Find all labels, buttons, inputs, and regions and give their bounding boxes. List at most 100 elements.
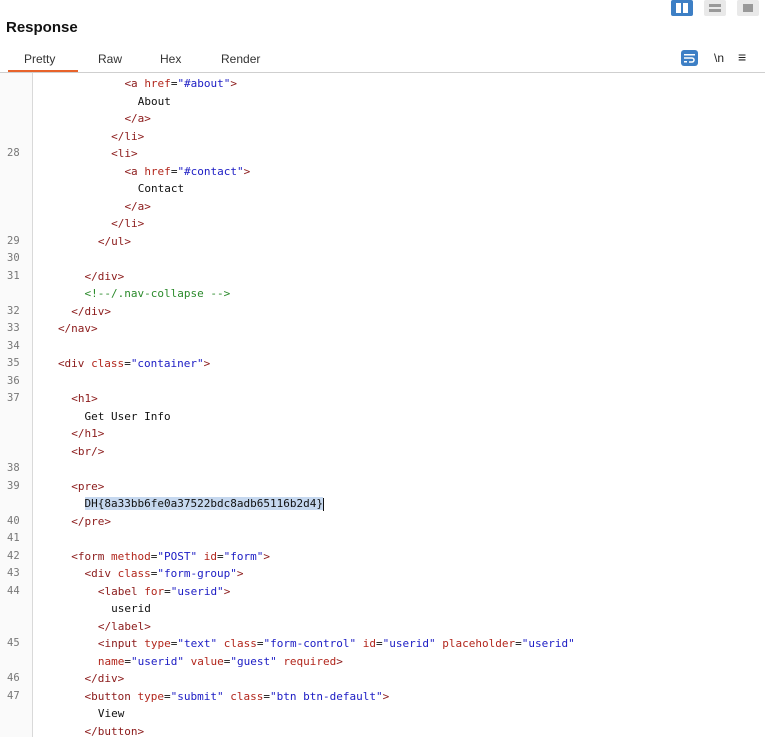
code-token: </div> (84, 269, 125, 283)
code-line: </button> (0, 723, 765, 737)
code-line: <a href="#contact"> (0, 163, 765, 181)
hamburger-menu-icon[interactable]: ≡ (738, 49, 746, 65)
code-content: </li> (111, 215, 144, 233)
code-line: </li> (0, 128, 765, 146)
code-content: </a> (124, 198, 151, 216)
code-token: </div> (71, 304, 111, 318)
line-number: 29 (7, 234, 20, 247)
code-line: 28 <li> (0, 145, 765, 163)
code-token: </a> (124, 112, 151, 125)
code-line: <!--/.nav-collapse --> (0, 285, 765, 303)
code-line: 46 </div> (0, 670, 765, 688)
code-token: "guest" (230, 654, 277, 668)
code-line: 42 <form method="POST" id="form"> (0, 548, 765, 566)
code-token: = (217, 549, 224, 563)
code-token: > (336, 654, 343, 668)
line-number: 33 (7, 322, 20, 334)
code-line: 38 (0, 460, 765, 478)
line-number: 43 (7, 567, 20, 579)
code-token: > (223, 584, 231, 598)
code-content: <pre> (71, 478, 104, 496)
code-token: href (144, 77, 171, 90)
horizontal-view-icon[interactable] (704, 0, 726, 16)
code-line: 34 (0, 338, 765, 356)
tab-raw[interactable]: Raw (98, 52, 122, 66)
line-number: 35 (7, 357, 20, 369)
code-token: "text" (177, 637, 218, 650)
code-content: <h1> (71, 390, 98, 408)
code-line: Get User Info (0, 408, 765, 426)
code-content: </div> (71, 303, 111, 321)
code-token: </button> (84, 724, 145, 737)
code-content: <a href="#contact"> (124, 163, 250, 181)
code-token: Get User Info (84, 409, 171, 423)
code-token: "userid" (521, 637, 575, 650)
code-token: userid (111, 602, 151, 615)
code-token: > (263, 549, 270, 563)
code-editor[interactable]: <a href="#about"> About </a> </li> 28 <li> <a … (0, 73, 765, 737)
code-token: id (203, 549, 217, 563)
line-number: 28 (7, 147, 20, 159)
code-line: userid (0, 600, 765, 618)
code-content: </div> (85, 670, 125, 688)
code-content: View (98, 705, 125, 723)
code-line: 47 <button type="submit" class="btn btn-d… (0, 688, 765, 706)
tab-pretty[interactable]: Pretty (24, 52, 55, 66)
code-token: "container" (130, 357, 204, 370)
code-token: </nav> (57, 322, 98, 335)
code-content: </li> (111, 128, 144, 146)
code-token: = (515, 637, 522, 650)
code-line: 36 (0, 373, 765, 391)
code-content: </div> (85, 268, 125, 286)
code-content: About (138, 93, 171, 111)
line-number: 34 (7, 339, 20, 352)
code-token: <label (97, 584, 145, 598)
newline-toggle[interactable]: \n (714, 51, 724, 65)
code-token: <br/> (71, 444, 105, 458)
code-content: Get User Info (85, 408, 171, 426)
code-token: = (164, 584, 171, 598)
code-token: <form (71, 549, 111, 563)
code-line: 35 <div class="container"> (0, 355, 765, 373)
wrap-lines-icon[interactable] (681, 50, 698, 66)
code-content: </h1> (71, 425, 104, 443)
code-content: </label> (98, 618, 151, 636)
line-number: 30 (7, 252, 20, 264)
code-token: method (111, 549, 151, 563)
tab-render[interactable]: Render (221, 52, 260, 66)
tab-hex[interactable]: Hex (160, 52, 181, 66)
code-line: </a> (0, 198, 765, 216)
view-toggle-bar (0, 0, 765, 18)
code-token: <a (124, 164, 145, 178)
line-number: 31 (7, 269, 20, 282)
code-token: View (97, 707, 125, 720)
code-token: Contact (137, 182, 185, 195)
code-token: class (117, 567, 151, 580)
code-line: 41 (0, 530, 765, 548)
code-content: </ul> (98, 233, 131, 251)
code-token: class (230, 689, 264, 703)
line-number: 44 (7, 584, 20, 597)
code-line: 45 <input type = "text" class = "form-control… (0, 635, 765, 653)
code-content: <br/> (71, 443, 104, 461)
code-token: </li> (111, 129, 145, 143)
selected-flag-text: DH{8a33bb6fe0a37522bdc8adb65116b2d4} (84, 497, 323, 510)
text-caret (322, 497, 324, 511)
code-content: <input type="text" class="form-control" … (98, 635, 575, 653)
split-view-icon[interactable] (671, 0, 693, 16)
single-view-icon[interactable] (737, 0, 759, 16)
code-content: </nav> (58, 320, 98, 338)
code-content: <div class="container"> (58, 355, 210, 373)
code-content: <!--/.nav-collapse --> (85, 285, 231, 303)
code-token: </label> (97, 619, 151, 633)
code-content: <label for="userid"> (98, 583, 230, 601)
code-token: = (376, 637, 383, 650)
panel-title: Response (6, 19, 78, 36)
code-token: value (190, 654, 224, 668)
code-line: name="userid" value="guest" required> (0, 653, 765, 671)
code-line: <br/> (0, 443, 765, 461)
code-token: <li> (111, 147, 138, 160)
code-line: 37 <h1> (0, 390, 765, 408)
code-token: <div (57, 357, 92, 370)
code-token: <a (124, 77, 145, 90)
